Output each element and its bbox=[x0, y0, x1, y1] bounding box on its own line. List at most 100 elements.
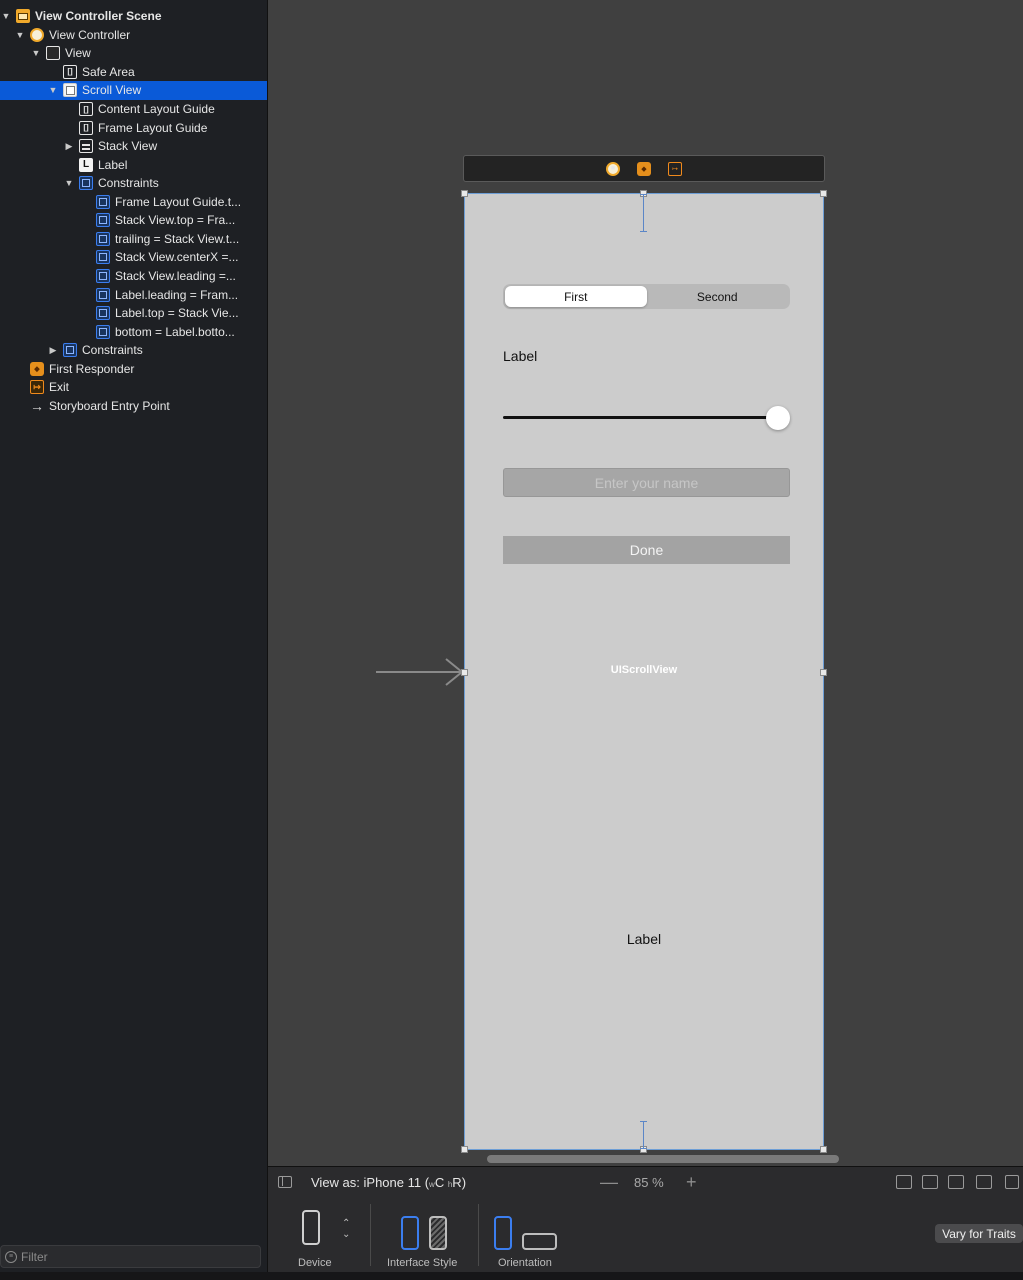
outline-row-label: View bbox=[65, 46, 91, 61]
resize-handle[interactable] bbox=[461, 190, 468, 197]
device-phone-icon[interactable] bbox=[302, 1210, 320, 1245]
outline-row[interactable]: ▶ Constraints bbox=[0, 341, 267, 360]
outline-row[interactable]: Label.leading = Fram... bbox=[0, 285, 267, 304]
update-frames-icon[interactable] bbox=[896, 1175, 912, 1189]
view-as-device-button[interactable]: View as: iPhone 11 (wC hR) bbox=[311, 1175, 466, 1190]
outline-row[interactable]: trailing = Stack View.t... bbox=[0, 230, 267, 249]
outline-row[interactable]: ▼ View Controller Scene bbox=[0, 7, 267, 26]
disclosure-open-icon[interactable]: ▼ bbox=[63, 178, 75, 188]
outline-row[interactable]: Stack View.top = Fra... bbox=[0, 211, 267, 230]
exit-icon: ↦ bbox=[30, 380, 44, 395]
bottom-label[interactable]: Label bbox=[465, 931, 823, 947]
interface-style-label: Interface Style bbox=[387, 1257, 458, 1269]
slider-track[interactable] bbox=[503, 416, 773, 419]
light-mode-icon[interactable] bbox=[401, 1216, 419, 1250]
dark-mode-icon[interactable] bbox=[429, 1216, 447, 1250]
outline-row-label: Label.leading = Fram... bbox=[115, 287, 239, 302]
layout-guide-icon: [] bbox=[79, 102, 93, 116]
resize-handle[interactable] bbox=[820, 1146, 827, 1153]
outline-row[interactable]: ◆ First Responder bbox=[0, 359, 267, 378]
disclosure-open-icon[interactable]: ▼ bbox=[47, 85, 59, 95]
view-as-suffix: ) bbox=[461, 1175, 467, 1190]
stack-view-icon bbox=[79, 139, 93, 154]
scene-icon bbox=[16, 9, 30, 24]
first-responder-icon[interactable]: ◆ bbox=[637, 161, 651, 176]
add-constraints-icon[interactable] bbox=[948, 1175, 964, 1189]
outline-row[interactable]: ↦ Exit bbox=[0, 378, 267, 397]
constraint-icon bbox=[96, 194, 110, 209]
exit-icon[interactable]: ↦ bbox=[668, 161, 682, 176]
filter-input[interactable]: ≡ Filter bbox=[0, 1245, 261, 1268]
landscape-icon[interactable] bbox=[522, 1233, 557, 1250]
zoom-level[interactable]: 85 % bbox=[634, 1175, 664, 1190]
outline-row[interactable]: ▼ Constraints bbox=[0, 174, 267, 193]
outline-toggle-icon[interactable] bbox=[278, 1176, 292, 1188]
scroll-view-icon bbox=[63, 83, 77, 98]
size-class-w-value: C bbox=[434, 1175, 445, 1190]
outline-row-label: Safe Area bbox=[82, 64, 135, 79]
outline-row[interactable]: Label.top = Stack Vie... bbox=[0, 304, 267, 323]
scene-dock: ■ ◆ ↦ bbox=[463, 155, 825, 182]
layout-guide-icon: [] bbox=[79, 120, 93, 135]
segmented-control[interactable]: First Second bbox=[503, 284, 790, 309]
segment-0[interactable]: First bbox=[505, 286, 647, 307]
device-label: Device bbox=[298, 1257, 332, 1269]
outline-row[interactable]: → Storyboard Entry Point bbox=[0, 397, 267, 416]
view-controller-icon bbox=[30, 27, 44, 42]
resize-handle[interactable] bbox=[820, 190, 827, 197]
disclosure-open-icon[interactable]: ▼ bbox=[0, 11, 12, 21]
outline-row-label: Content Layout Guide bbox=[98, 102, 215, 116]
disclosure-open-icon[interactable]: ▼ bbox=[30, 48, 42, 58]
zoom-in-button[interactable]: + bbox=[686, 1172, 697, 1193]
embed-in-icon[interactable] bbox=[1005, 1175, 1019, 1189]
segment-1[interactable]: Second bbox=[647, 286, 789, 307]
outline-row[interactable]: ▼ View Controller bbox=[0, 26, 267, 45]
zoom-out-button[interactable]: — bbox=[600, 1172, 618, 1193]
outline-row[interactable]: Stack View.centerX =... bbox=[0, 248, 267, 267]
done-button[interactable]: Done bbox=[503, 536, 790, 564]
outline-row[interactable]: [] Safe Area bbox=[0, 63, 267, 82]
view-icon bbox=[46, 46, 60, 61]
storyboard-entry-arrow-icon[interactable] bbox=[376, 658, 466, 686]
outline-row[interactable]: ▶ Stack View bbox=[0, 137, 267, 156]
size-class-h-value: R bbox=[452, 1175, 462, 1190]
name-text-field[interactable]: Enter your name bbox=[503, 468, 790, 497]
outline-row[interactable]: ▼ Scroll View bbox=[0, 81, 267, 100]
outline-row-label: View Controller Scene bbox=[35, 9, 162, 24]
outline-row[interactable]: Stack View.leading =... bbox=[0, 267, 267, 286]
resolve-issues-icon[interactable] bbox=[976, 1175, 992, 1189]
outline-row[interactable]: L Label bbox=[0, 155, 267, 174]
outline-row[interactable]: bottom = Label.botto... bbox=[0, 322, 267, 341]
portrait-icon[interactable] bbox=[494, 1216, 512, 1250]
constraint-icon bbox=[96, 287, 110, 302]
outline-row[interactable]: Frame Layout Guide.t... bbox=[0, 193, 267, 212]
constraints-icon bbox=[79, 176, 93, 191]
constraint-icon bbox=[96, 231, 110, 246]
layout-guide-icon: [] bbox=[63, 64, 77, 79]
outline-row-label: Stack View bbox=[98, 139, 158, 154]
filter-icon: ≡ bbox=[5, 1250, 17, 1263]
device-chevron-icon[interactable]: ⌃ ⌄ bbox=[342, 1218, 350, 1240]
outline-row[interactable]: [] Content Layout Guide bbox=[0, 100, 267, 119]
outline-row-label: Stack View.leading =... bbox=[115, 268, 236, 283]
outline-row[interactable]: ▼ View bbox=[0, 44, 267, 63]
canvas-toolbar: View as: iPhone 11 (wC hR) — 85 % + bbox=[268, 1166, 1023, 1198]
outline-row[interactable]: [] Frame Layout Guide bbox=[0, 118, 267, 137]
vary-for-traits-button[interactable]: Vary for Traits bbox=[935, 1224, 1023, 1243]
storyboard-canvas[interactable]: ■ ◆ ↦ First Second Label Enter your name … bbox=[268, 0, 1023, 1166]
disclosure-closed-icon[interactable]: ▶ bbox=[63, 141, 75, 152]
view-controller-icon[interactable]: ■ bbox=[606, 161, 620, 176]
scroll-view-class-label: UIScrollView bbox=[610, 664, 678, 676]
outline-row-label: bottom = Label.botto... bbox=[115, 324, 235, 339]
align-icon[interactable] bbox=[922, 1175, 938, 1189]
outline-row-label: Scroll View bbox=[82, 83, 142, 98]
horizontal-scrollbar[interactable] bbox=[487, 1155, 839, 1163]
top-label[interactable]: Label bbox=[503, 348, 537, 364]
disclosure-closed-icon[interactable]: ▶ bbox=[47, 345, 59, 356]
slider-thumb[interactable] bbox=[766, 406, 790, 430]
disclosure-open-icon[interactable]: ▼ bbox=[14, 30, 26, 40]
resize-handle[interactable] bbox=[461, 1146, 468, 1153]
status-strip bbox=[0, 1272, 1023, 1280]
scroll-view-frame[interactable]: First Second Label Enter your name Done U… bbox=[461, 190, 827, 1153]
constraint-icon bbox=[96, 250, 110, 265]
